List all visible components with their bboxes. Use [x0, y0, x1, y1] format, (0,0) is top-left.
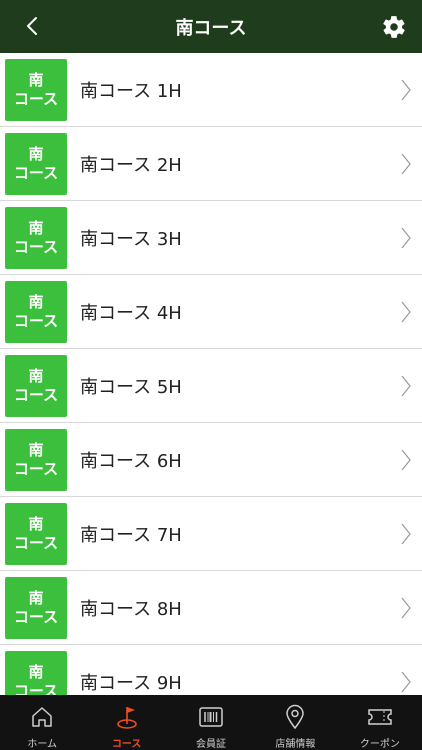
badge-top-text: 南	[28, 218, 44, 237]
hole-row[interactable]: 南 コース 南コース 6H	[0, 423, 422, 497]
badge-bottom-text: コース	[13, 237, 59, 256]
back-button[interactable]	[18, 12, 46, 40]
hole-label: 南コース 3H	[80, 228, 182, 250]
ticket-icon	[367, 703, 393, 731]
hole-row[interactable]: 南 コース 南コース 1H	[0, 53, 422, 127]
badge-bottom-text: コース	[13, 311, 59, 330]
chevron-right-icon	[401, 375, 411, 397]
course-badge: 南 コース	[5, 280, 67, 343]
badge-top-text: 南	[28, 440, 44, 459]
hole-row[interactable]: 南 コース 南コース 5H	[0, 349, 422, 423]
tab-membership[interactable]: 会員証	[169, 695, 253, 750]
tab-label: クーポン	[359, 739, 400, 750]
course-badge: 南 コース	[5, 354, 67, 417]
tab-course[interactable]: コース	[84, 695, 168, 750]
badge-bottom-text: コース	[13, 533, 59, 552]
hole-row[interactable]: 南 コース 南コース 4H	[0, 275, 422, 349]
hole-label: 南コース 9H	[80, 672, 182, 694]
tab-bar: ホーム コース 会員証 店舗情報 クーポン	[0, 695, 422, 750]
badge-top-text: 南	[28, 292, 44, 311]
badge-top-text: 南	[28, 662, 44, 681]
tab-coupon[interactable]: クーポン	[338, 695, 422, 750]
hole-label: 南コース 1H	[80, 80, 182, 102]
course-badge: 南 コース	[5, 576, 67, 639]
course-badge: 南 コース	[5, 58, 67, 121]
chevron-right-icon	[401, 449, 411, 471]
gear-icon	[383, 16, 405, 38]
hole-row[interactable]: 南 コース 南コース 2H	[0, 127, 422, 201]
badge-bottom-text: コース	[13, 89, 59, 108]
badge-top-text: 南	[28, 144, 44, 163]
hole-label: 南コース 2H	[80, 154, 182, 176]
hole-label: 南コース 4H	[80, 302, 182, 324]
chevron-right-icon	[401, 301, 411, 323]
course-badge: 南 コース	[5, 132, 67, 195]
badge-bottom-text: コース	[13, 459, 59, 478]
home-icon	[29, 703, 55, 731]
hole-row[interactable]: 南 コース 南コース 3H	[0, 201, 422, 275]
chevron-right-icon	[401, 671, 411, 693]
badge-top-text: 南	[28, 366, 44, 385]
chevron-right-icon	[401, 597, 411, 619]
page-title: 南コース	[175, 17, 247, 39]
hole-row[interactable]: 南 コース 南コース 9H	[0, 645, 422, 695]
map-pin-icon	[282, 703, 308, 731]
hole-row[interactable]: 南 コース 南コース 7H	[0, 497, 422, 571]
chevron-right-icon	[401, 227, 411, 249]
tab-label: ホーム	[27, 739, 58, 750]
tab-label: コース	[111, 739, 142, 750]
badge-bottom-text: コース	[13, 385, 59, 404]
hole-label: 南コース 8H	[80, 598, 182, 620]
tab-label: 会員証	[196, 739, 227, 750]
hole-label: 南コース 6H	[80, 450, 182, 472]
badge-top-text: 南	[28, 588, 44, 607]
tab-home[interactable]: ホーム	[0, 695, 84, 750]
golf-flag-icon	[114, 703, 140, 731]
badge-bottom-text: コース	[13, 607, 59, 626]
tab-label: 店舗情報	[275, 739, 316, 750]
hole-label: 南コース 7H	[80, 524, 182, 546]
tab-store-info[interactable]: 店舗情報	[253, 695, 337, 750]
hole-list: 南 コース 南コース 1H 南 コース 南コース 2H 南 コース 南コース 3…	[0, 53, 422, 695]
chevron-right-icon	[401, 79, 411, 101]
badge-top-text: 南	[28, 70, 44, 89]
barcode-icon	[198, 703, 224, 731]
course-badge: 南 コース	[5, 502, 67, 565]
app-header: 南コース	[0, 0, 422, 53]
badge-bottom-text: コース	[13, 681, 59, 696]
course-badge: 南 コース	[5, 650, 67, 696]
course-badge: 南 コース	[5, 428, 67, 491]
chevron-right-icon	[401, 523, 411, 545]
chevron-left-icon	[27, 17, 37, 35]
settings-button[interactable]	[378, 11, 410, 43]
course-badge: 南 コース	[5, 206, 67, 269]
chevron-right-icon	[401, 153, 411, 175]
badge-top-text: 南	[28, 514, 44, 533]
badge-bottom-text: コース	[13, 163, 59, 182]
hole-label: 南コース 5H	[80, 376, 182, 398]
hole-row[interactable]: 南 コース 南コース 8H	[0, 571, 422, 645]
